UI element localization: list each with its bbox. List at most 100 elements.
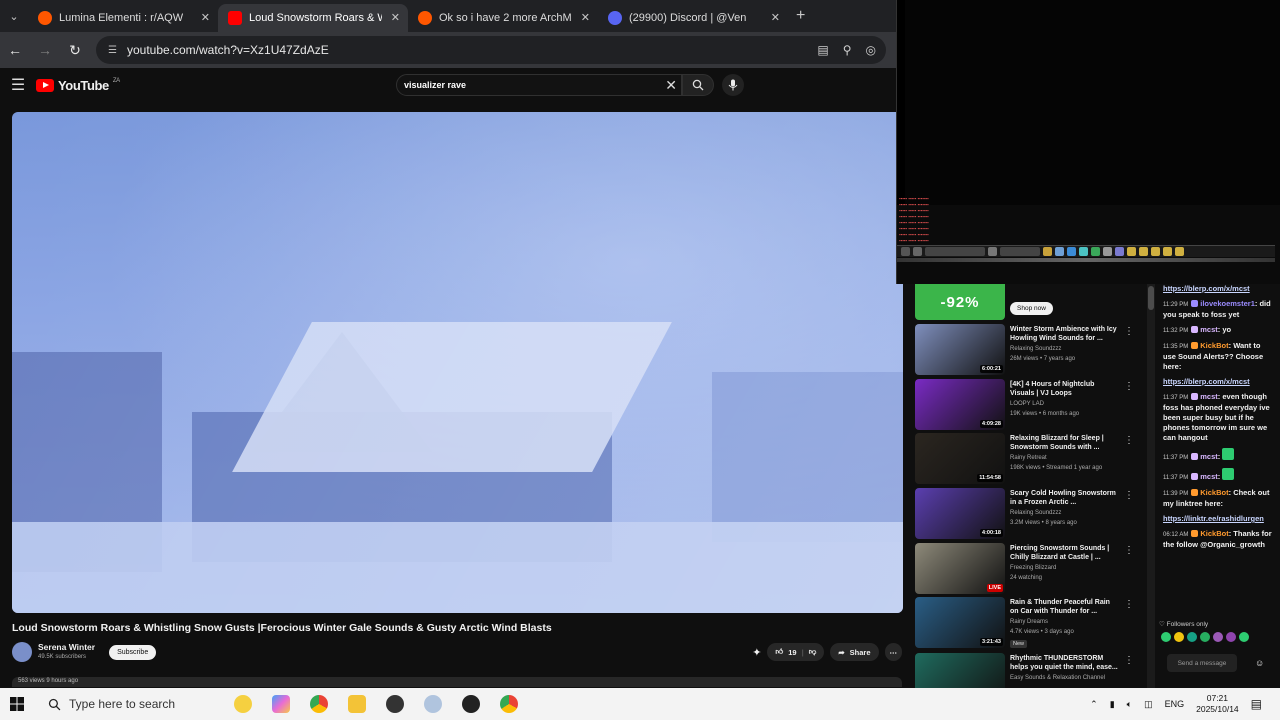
chat-username[interactable]: KickBot: [1200, 341, 1228, 350]
app-icon[interactable]: [424, 695, 442, 713]
language-indicator[interactable]: ENG: [1165, 699, 1185, 709]
speaker-icon[interactable]: 🔈︎: [1127, 699, 1132, 710]
menu-icon[interactable]: ☰: [0, 75, 36, 95]
network-icon[interactable]: ◫: [1144, 699, 1153, 710]
recommendation-item[interactable]: 3:21:43 Rain & Thunder Peaceful Rain on C…: [915, 597, 1145, 649]
chat-link[interactable]: https://linktr.ee/rashidlurgen: [1163, 514, 1264, 523]
tab-0[interactable]: Lumina Elementi : r/AQW ✕: [28, 4, 218, 32]
more-options-icon[interactable]: ⋮: [1124, 655, 1134, 666]
cast-icon[interactable]: ▤: [817, 43, 828, 57]
search-button[interactable]: [682, 74, 714, 96]
recommendation-item[interactable]: 4:09:28 [4K] 4 Hours of Nightclub Visuals…: [915, 379, 1145, 431]
recommendation-item[interactable]: 4:00:18 Scary Cold Howling Snowstorm in a…: [915, 488, 1145, 540]
search-input[interactable]: visualizer rave ✕: [396, 74, 682, 96]
video-player[interactable]: [12, 112, 903, 613]
video-thumbnail[interactable]: 11:54:58: [915, 433, 1005, 484]
chevron-up-icon[interactable]: ⌃: [1090, 699, 1098, 710]
chat-username[interactable]: ilovekoemster1: [1200, 299, 1255, 308]
video-thumbnail[interactable]: 4:09:28: [915, 379, 1005, 430]
zoom-icon[interactable]: ⚲: [843, 43, 852, 57]
chat-username[interactable]: KickBot: [1200, 488, 1228, 497]
new-tab-button[interactable]: +: [796, 7, 805, 25]
channel-avatar[interactable]: [12, 642, 32, 662]
reload-icon[interactable]: ↻: [60, 42, 90, 59]
chrome-profile-icon[interactable]: [500, 695, 518, 713]
tab-close-icon[interactable]: ✕: [771, 11, 780, 24]
reddit-favicon-icon: [418, 11, 432, 25]
notifications-icon[interactable]: ▤: [1251, 697, 1262, 711]
more-options-icon[interactable]: ⋮: [1124, 545, 1134, 556]
more-options-icon[interactable]: ⋮: [1124, 435, 1134, 446]
recommendation-item[interactable]: 6:00:21 Winter Storm Ambience with Icy Ho…: [915, 324, 1145, 376]
chat-username[interactable]: KickBot: [1200, 529, 1228, 538]
app-icon[interactable]: [462, 695, 480, 713]
tab-close-icon[interactable]: ✕: [201, 11, 210, 24]
emote-icon[interactable]: [1213, 632, 1223, 642]
recommendation-item[interactable]: Rhythmic THUNDERSTORM helps you quiet th…: [915, 653, 1145, 688]
tab-1[interactable]: Loud Snowstorm Roars & W ✕: [218, 4, 408, 32]
chat-message-input[interactable]: Send a message: [1167, 654, 1237, 672]
emote-icon[interactable]: [1239, 632, 1249, 642]
emote-icon[interactable]: [1187, 632, 1197, 642]
copilot-sparkle-icon[interactable]: [234, 695, 252, 713]
more-actions-button[interactable]: ⋯: [884, 643, 902, 661]
shop-now-button[interactable]: Shop now: [1010, 302, 1053, 315]
chat-timestamp: 11:37 PM: [1163, 475, 1189, 481]
sparkle-ai-icon[interactable]: ✦: [752, 646, 761, 659]
chat-link[interactable]: https://blerp.com/x/mcst: [1163, 284, 1250, 293]
tab-close-icon[interactable]: ✕: [391, 11, 400, 24]
chrome-icon[interactable]: [310, 695, 328, 713]
more-options-icon[interactable]: ⋮: [1124, 490, 1134, 501]
file-explorer-icon[interactable]: [348, 695, 366, 713]
youtube-logo[interactable]: YouTube ZA: [36, 78, 120, 93]
recommendation-item[interactable]: 11:54:58 Relaxing Blizzard for Sleep | Sn…: [915, 433, 1145, 485]
description-box[interactable]: 563 views 9 hours ago: [12, 677, 902, 687]
video-thumbnail[interactable]: 4:00:18: [915, 488, 1005, 539]
subscribe-button[interactable]: Subscribe: [109, 644, 157, 660]
tab-3[interactable]: (29900) Discord | @Ven ✕: [598, 4, 788, 32]
more-options-icon[interactable]: ⋮: [1124, 599, 1134, 610]
voice-search-button[interactable]: [722, 74, 744, 96]
chat-username[interactable]: mcst: [1200, 392, 1218, 401]
start-button[interactable]: [0, 697, 34, 711]
recommendations-scrollbar[interactable]: [1147, 284, 1155, 688]
video-thumbnail[interactable]: [915, 653, 1005, 688]
chat-username[interactable]: mcst: [1200, 452, 1218, 461]
emote-icon[interactable]: [1200, 632, 1210, 642]
tab-2[interactable]: Ok so i have 2 more ArchMage ✕: [408, 4, 598, 32]
thumbs-down-icon[interactable]: 👎︎: [809, 647, 817, 657]
chat-link[interactable]: https://blerp.com/x/mcst: [1163, 377, 1250, 386]
address-bar[interactable]: ☰ youtube.com/watch?v=Xz1U47ZdAzE ▤ ⚲ ◎: [96, 36, 886, 64]
tab-close-icon[interactable]: ✕: [581, 11, 590, 24]
tab-search-button[interactable]: ⌄: [0, 0, 28, 32]
emoji-picker-icon[interactable]: ☺: [1255, 658, 1264, 668]
app-icon[interactable]: [386, 695, 404, 713]
site-info-icon[interactable]: ☰: [108, 45, 117, 56]
like-button[interactable]: 👍︎ 19 | 👎︎: [767, 643, 825, 661]
eye-off-icon[interactable]: ◎: [866, 43, 876, 57]
video-thumbnail[interactable]: LIVE: [915, 543, 1005, 594]
channel-name[interactable]: Serena Winter: [38, 642, 95, 652]
emote-icon[interactable]: [1226, 632, 1236, 642]
video-thumbnail[interactable]: 6:00:21: [915, 324, 1005, 375]
back-arrow-icon[interactable]: ←: [0, 42, 30, 58]
emote-icon[interactable]: [1174, 632, 1184, 642]
microphone-icon[interactable]: ▮: [1110, 699, 1115, 710]
copilot-icon[interactable]: [272, 695, 290, 713]
clock[interactable]: 07:21 2025/10/14: [1196, 693, 1239, 715]
clear-search-icon[interactable]: ✕: [665, 77, 677, 94]
taskbar-search[interactable]: Type here to search: [34, 697, 204, 711]
overlay-game-window[interactable]: ▪▪▪▪▪ ▪▪▪▪▪ ▪▪▪▪▪▪▪ ▪▪▪▪▪ ▪▪▪▪▪ ▪▪▪▪▪▪▪ ▪▪…: [896, 0, 1280, 284]
chat-username[interactable]: mcst: [1200, 472, 1218, 481]
chat-username[interactable]: mcst: [1200, 325, 1218, 334]
recommendation-item[interactable]: LIVE Piercing Snowstorm Sounds | Chilly B…: [915, 543, 1145, 595]
recommendation-meta: 198K views • Streamed 1 year ago: [1010, 465, 1103, 471]
video-thumbnail[interactable]: 3:21:43: [915, 597, 1005, 648]
more-options-icon[interactable]: ⋮: [1124, 381, 1134, 392]
forward-arrow-icon[interactable]: →: [30, 42, 60, 58]
game-action-bar[interactable]: [897, 245, 1275, 257]
share-icon: ➦: [838, 647, 845, 657]
emote-icon[interactable]: [1161, 632, 1171, 642]
share-button[interactable]: ➦ Share: [830, 643, 879, 661]
more-options-icon[interactable]: ⋮: [1124, 326, 1134, 337]
